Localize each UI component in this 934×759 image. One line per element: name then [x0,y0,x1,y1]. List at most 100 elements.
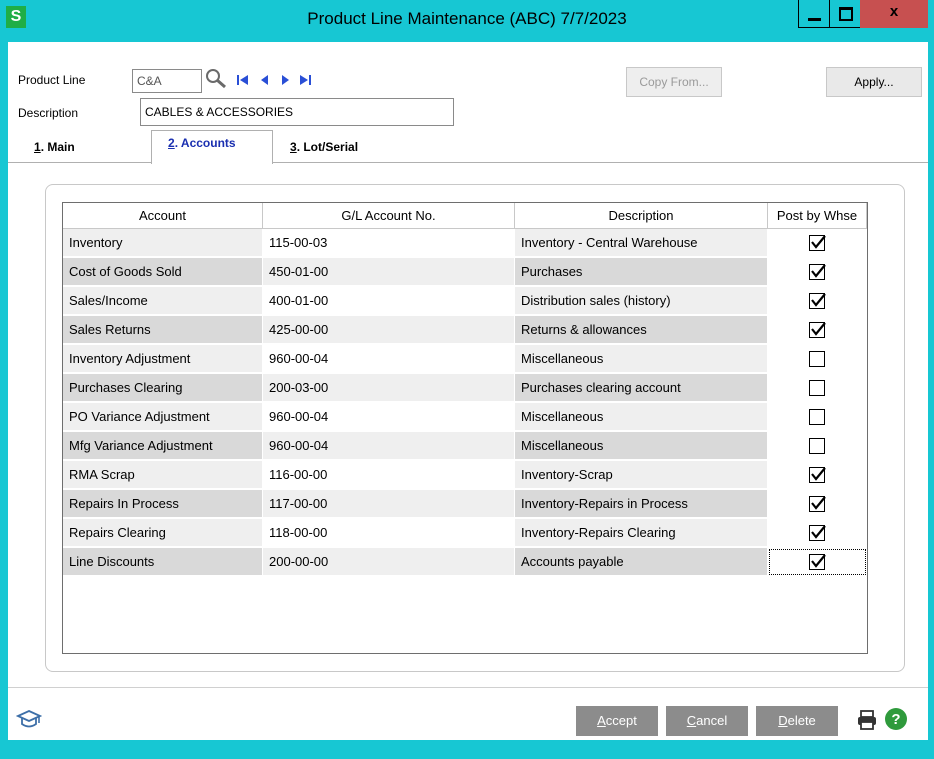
gl-account-cell[interactable]: 116-00-00 [263,461,515,489]
account-cell[interactable]: PO Variance Adjustment [63,403,263,431]
post-by-whse-checkbox[interactable] [809,496,826,512]
post-by-whse-cell[interactable] [768,519,867,547]
description-cell[interactable]: Miscellaneous [515,345,768,373]
account-cell[interactable]: RMA Scrap [63,461,263,489]
post-by-whse-cell[interactable] [768,374,867,402]
post-by-whse-checkbox[interactable] [809,380,825,396]
gl-account-cell[interactable]: 200-03-00 [263,374,515,402]
account-cell[interactable]: Repairs In Process [63,490,263,518]
post-by-whse-checkbox[interactable] [809,322,826,338]
gl-account-cell[interactable]: 960-00-04 [263,432,515,460]
post-by-whse-cell[interactable] [768,316,867,344]
first-record-icon[interactable] [236,72,250,88]
account-cell[interactable]: Mfg Variance Adjustment [63,432,263,460]
printer-icon[interactable] [856,709,878,734]
minimize-button[interactable] [798,0,830,28]
table-row[interactable]: Purchases Clearing 200-03-00 Purchases cle… [63,374,867,403]
post-by-whse-cell[interactable] [768,229,867,257]
post-by-whse-checkbox[interactable] [809,438,825,454]
accounts-grid[interactable]: Account G/L Account No. Description Post… [62,202,868,654]
post-by-whse-cell[interactable] [768,258,867,286]
table-row[interactable]: Repairs Clearing 118-00-00 Inventory-Repai… [63,519,867,548]
table-row[interactable]: Mfg Variance Adjustment 960-00-04 Miscella… [63,432,867,461]
post-by-whse-cell[interactable] [768,490,867,518]
gl-account-cell[interactable]: 400-01-00 [263,287,515,315]
checkmark-icon [811,264,826,278]
gl-account-cell[interactable]: 450-01-00 [263,258,515,286]
table-row[interactable]: Line Discounts 200-00-00 Accounts payable [63,548,867,577]
title-bar[interactable]: S Product Line Maintenance (ABC) 7/7/202… [0,0,934,42]
account-cell[interactable]: Inventory Adjustment [63,345,263,373]
post-by-whse-cell[interactable] [768,461,867,489]
column-header-post-by-whse[interactable]: Post by Whse [768,203,867,229]
post-by-whse-checkbox[interactable] [809,293,826,309]
account-cell[interactable]: Repairs Clearing [63,519,263,547]
post-by-whse-checkbox[interactable] [809,409,825,425]
account-cell[interactable]: Purchases Clearing [63,374,263,402]
description-cell[interactable]: Inventory-Repairs Clearing [515,519,768,547]
column-header-account[interactable]: Account [63,203,263,229]
post-by-whse-cell[interactable] [768,345,867,373]
previous-record-icon[interactable] [258,72,272,88]
tab-main[interactable]: 1. Main [34,140,75,154]
description-cell[interactable]: Inventory-Repairs in Process [515,490,768,518]
description-cell[interactable]: Purchases [515,258,768,286]
gl-account-cell[interactable]: 117-00-00 [263,490,515,518]
description-cell[interactable]: Accounts payable [515,548,768,576]
gl-account-cell[interactable]: 425-00-00 [263,316,515,344]
product-line-field[interactable]: C&A [132,69,202,93]
copy-from-button[interactable]: Copy From... [626,67,722,97]
post-by-whse-cell[interactable] [768,432,867,460]
post-by-whse-cell[interactable] [768,403,867,431]
table-row[interactable]: RMA Scrap 116-00-00 Inventory-Scrap [63,461,867,490]
cancel-button[interactable]: Cancel [666,706,748,736]
tab-accounts[interactable]: 2. Accounts [168,136,236,150]
post-by-whse-checkbox[interactable] [809,235,826,251]
post-by-whse-cell[interactable] [768,548,867,576]
account-cell[interactable]: Sales Returns [63,316,263,344]
post-by-whse-checkbox[interactable] [809,467,826,483]
accept-button[interactable]: Accept [576,706,658,736]
gl-account-cell[interactable]: 960-00-04 [263,403,515,431]
help-desk-icon[interactable] [15,708,43,735]
description-cell[interactable]: Distribution sales (history) [515,287,768,315]
post-by-whse-cell[interactable] [768,287,867,315]
post-by-whse-checkbox[interactable] [809,264,826,280]
last-record-icon[interactable] [298,72,312,88]
description-cell[interactable]: Miscellaneous [515,432,768,460]
account-cell[interactable]: Inventory [63,229,263,257]
description-field[interactable]: CABLES & ACCESSORIES [140,98,454,126]
help-icon[interactable]: ? [884,707,908,734]
gl-account-cell[interactable]: 115-00-03 [263,229,515,257]
gl-account-cell[interactable]: 118-00-00 [263,519,515,547]
search-icon[interactable] [204,68,228,93]
next-record-icon[interactable] [278,72,292,88]
close-button[interactable]: x [860,0,928,28]
table-row[interactable]: Sales Returns 425-00-00 Returns & allowanc… [63,316,867,345]
table-row[interactable]: Repairs In Process 117-00-00 Inventory-Rep… [63,490,867,519]
gl-account-cell[interactable]: 960-00-04 [263,345,515,373]
maximize-button[interactable] [829,0,861,28]
delete-button[interactable]: Delete [756,706,838,736]
account-cell[interactable]: Sales/Income [63,287,263,315]
account-cell[interactable]: Cost of Goods Sold [63,258,263,286]
description-cell[interactable]: Returns & allowances [515,316,768,344]
description-cell[interactable]: Inventory - Central Warehouse [515,229,768,257]
table-row[interactable]: PO Variance Adjustment 960-00-04 Miscellan… [63,403,867,432]
tab-lot-serial[interactable]: 3. Lot/Serial [290,140,358,154]
apply-button[interactable]: Apply... [826,67,922,97]
gl-account-cell[interactable]: 200-00-00 [263,548,515,576]
description-cell[interactable]: Inventory-Scrap [515,461,768,489]
table-row[interactable]: Sales/Income 400-01-00 Distribution sales … [63,287,867,316]
table-row[interactable]: Cost of Goods Sold 450-01-00 Purchases [63,258,867,287]
post-by-whse-checkbox[interactable] [809,554,826,570]
column-header-description[interactable]: Description [515,203,768,229]
table-row[interactable]: Inventory Adjustment 960-00-04 Miscellaneo… [63,345,867,374]
account-cell[interactable]: Line Discounts [63,548,263,576]
post-by-whse-checkbox[interactable] [809,525,826,541]
post-by-whse-checkbox[interactable] [809,351,825,367]
description-cell[interactable]: Purchases clearing account [515,374,768,402]
table-row[interactable]: Inventory 115-00-03 Inventory - Central Wa… [63,229,867,258]
description-cell[interactable]: Miscellaneous [515,403,768,431]
column-header-gl-account[interactable]: G/L Account No. [263,203,515,229]
